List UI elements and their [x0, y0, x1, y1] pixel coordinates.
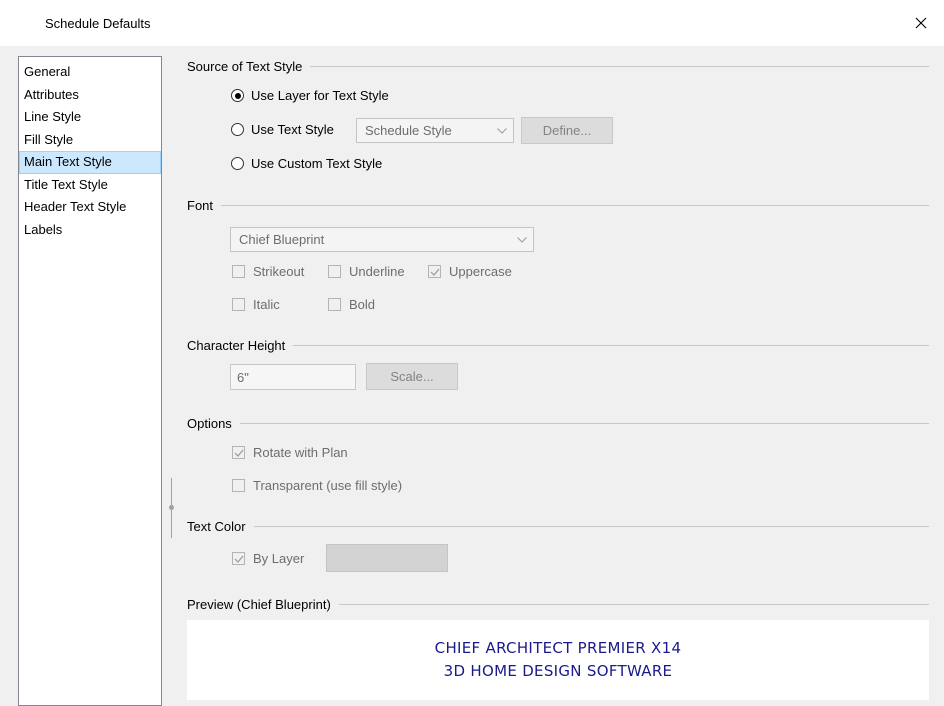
rotate-with-plan-checkbox[interactable]: Rotate with Plan — [232, 445, 348, 460]
italic-checkbox[interactable]: Italic — [232, 297, 280, 312]
divider — [221, 204, 929, 206]
checkbox-box — [232, 298, 245, 311]
checkmark-icon — [234, 555, 244, 563]
chevron-down-icon — [497, 127, 507, 134]
chevron-down-icon — [517, 236, 527, 243]
nav-item-main-text-style[interactable]: Main Text Style — [19, 151, 161, 174]
text-color-group-header: Text Color — [187, 518, 929, 534]
bold-label: Bold — [349, 297, 376, 312]
divider — [239, 422, 929, 424]
transparent-checkbox[interactable]: Transparent (use fill style) — [232, 478, 402, 493]
font-select[interactable]: Chief Blueprint — [230, 227, 534, 252]
checkbox-box — [328, 298, 341, 311]
checkbox-box — [232, 265, 245, 278]
divider — [293, 344, 929, 346]
checkbox-box — [232, 446, 245, 459]
source-group-header: Source of Text Style — [187, 58, 929, 74]
window-title: Schedule Defaults — [45, 16, 151, 31]
radio-indicator — [231, 157, 244, 170]
font-group-header: Font — [187, 197, 929, 213]
close-button[interactable] — [898, 0, 944, 46]
use-text-style-label: Use Text Style — [251, 122, 334, 137]
by-layer-label: By Layer — [253, 551, 305, 566]
use-custom-radio[interactable]: Use Custom Text Style — [231, 156, 382, 171]
radio-indicator — [231, 89, 244, 102]
checkmark-icon — [430, 268, 440, 276]
use-layer-label: Use Layer for Text Style — [251, 88, 389, 103]
nav-item-header-text-style[interactable]: Header Text Style — [19, 196, 161, 219]
text-style-value: Schedule Style — [365, 123, 452, 138]
uppercase-label: Uppercase — [449, 264, 512, 279]
splitter-grip[interactable] — [169, 505, 174, 510]
options-group-header: Options — [187, 415, 929, 431]
divider — [310, 65, 929, 67]
strikeout-label: Strikeout — [253, 264, 305, 279]
use-layer-radio[interactable]: Use Layer for Text Style — [231, 88, 389, 103]
bold-checkbox[interactable]: Bold — [328, 297, 375, 312]
divider — [338, 603, 929, 605]
char-height-field[interactable]: 6" — [230, 364, 356, 390]
underline-label: Underline — [349, 264, 405, 279]
use-custom-label: Use Custom Text Style — [251, 156, 383, 171]
close-icon — [915, 17, 927, 29]
transparent-label: Transparent (use fill style) — [253, 478, 403, 493]
checkbox-box — [428, 265, 441, 278]
color-swatch-button[interactable] — [326, 544, 448, 572]
divider — [253, 525, 929, 527]
nav-item-fill-style[interactable]: Fill Style — [19, 129, 161, 152]
category-list: General Attributes Line Style Fill Style… — [18, 56, 162, 706]
checkbox-box — [328, 265, 341, 278]
nav-item-line-style[interactable]: Line Style — [19, 106, 161, 129]
underline-checkbox[interactable]: Underline — [328, 264, 405, 279]
checkbox-box — [232, 479, 245, 492]
uppercase-checkbox[interactable]: Uppercase — [428, 264, 512, 279]
options-group-title: Options — [187, 415, 232, 431]
title-bar: Schedule Defaults — [0, 0, 944, 46]
char-height-value: 6" — [237, 369, 249, 385]
nav-item-attributes[interactable]: Attributes — [19, 84, 161, 107]
text-style-select[interactable]: Schedule Style — [356, 118, 514, 143]
char-height-group-header: Character Height — [187, 337, 929, 353]
nav-item-labels[interactable]: Labels — [19, 219, 161, 242]
radio-indicator — [231, 123, 244, 136]
preview-line-1: Chief Architect Premier X14 — [434, 639, 682, 657]
strikeout-checkbox[interactable]: Strikeout — [232, 264, 304, 279]
nav-item-general[interactable]: General — [19, 61, 161, 84]
preview-group-header: Preview (Chief Blueprint) — [187, 596, 929, 612]
by-layer-checkbox[interactable]: By Layer — [232, 551, 304, 566]
char-height-group-title: Character Height — [187, 337, 286, 353]
preview-group-title: Preview (Chief Blueprint) — [187, 596, 331, 612]
font-value: Chief Blueprint — [239, 232, 325, 247]
checkbox-box — [232, 552, 245, 565]
font-group-title: Font — [187, 197, 214, 213]
scale-button[interactable]: Scale... — [366, 363, 458, 390]
define-button[interactable]: Define... — [521, 117, 613, 144]
rotate-with-plan-label: Rotate with Plan — [253, 445, 348, 460]
text-color-group-title: Text Color — [187, 518, 246, 534]
nav-item-title-text-style[interactable]: Title Text Style — [19, 174, 161, 197]
source-group-title: Source of Text Style — [187, 58, 303, 74]
use-text-style-radio[interactable]: Use Text Style — [231, 122, 334, 137]
preview-line-2: 3D Home Design Software — [443, 662, 673, 680]
preview-area: Chief Architect Premier X14 3D Home Desi… — [187, 620, 929, 700]
italic-label: Italic — [253, 297, 280, 312]
checkmark-icon — [234, 449, 244, 457]
